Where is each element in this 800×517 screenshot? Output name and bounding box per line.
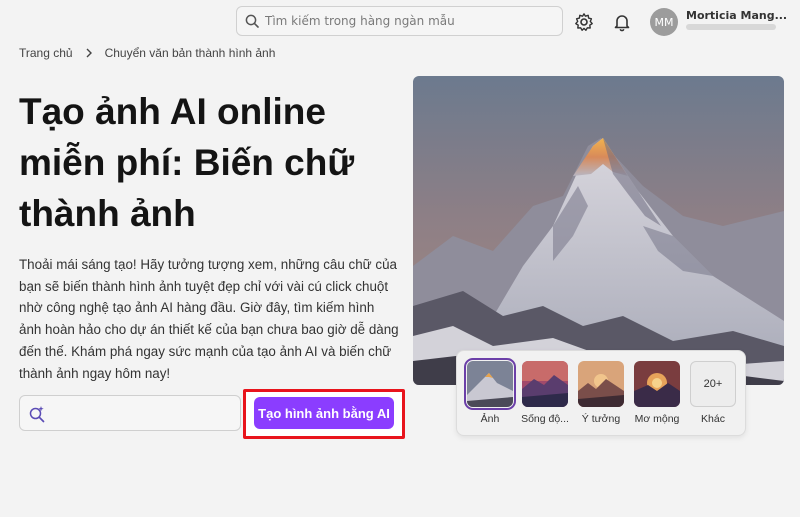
generate-ai-image-button[interactable]: Tạo hình ảnh bằng AI <box>254 397 394 429</box>
style-option-more[interactable]: 20+ Khác <box>689 361 737 425</box>
user-name[interactable]: Morticia Mang... <box>686 9 787 22</box>
hero-mountain-image <box>413 76 784 385</box>
gear-icon[interactable] <box>574 12 594 32</box>
style-more-badge[interactable]: 20+ <box>690 361 736 407</box>
style-thumb-dreamy[interactable] <box>634 361 680 407</box>
search-input[interactable] <box>265 14 555 28</box>
breadcrumb-home[interactable]: Trang chủ <box>19 46 73 60</box>
style-label-more: Khác <box>701 413 725 425</box>
top-header: MM Morticia Mang... <box>0 0 800 44</box>
style-thumb-vivid[interactable] <box>522 361 568 407</box>
style-label-vivid: Sống độ... <box>521 413 569 425</box>
user-subtitle-placeholder <box>686 24 776 30</box>
template-search[interactable] <box>236 6 563 36</box>
style-label-dreamy: Mơ mộng <box>634 413 680 425</box>
style-option-vivid[interactable]: Sống độ... <box>521 361 569 425</box>
prompt-input[interactable] <box>19 395 241 431</box>
sparkle-search-icon <box>29 406 45 423</box>
style-picker: Ảnh Sống độ... Ý tưởng Mơ mộng 20+ Khác <box>456 350 746 436</box>
page-title: Tạo ảnh AI online miễn phí: Biến chữ thà… <box>19 91 355 234</box>
chevron-right-icon <box>86 48 92 58</box>
style-option-photo[interactable]: Ảnh <box>464 358 516 425</box>
style-thumb-concept[interactable] <box>578 361 624 407</box>
search-icon <box>245 14 259 28</box>
style-label-concept: Ý tưởng <box>581 413 621 425</box>
style-option-concept[interactable]: Ý tưởng <box>577 361 625 425</box>
avatar[interactable]: MM <box>650 8 678 36</box>
style-label-photo: Ảnh <box>480 413 500 425</box>
bell-icon[interactable] <box>612 12 632 32</box>
style-option-dreamy[interactable]: Mơ mộng <box>633 361 681 425</box>
breadcrumb-current: Chuyển văn bản thành hình ảnh <box>104 46 276 60</box>
mountain-illustration <box>413 76 784 385</box>
style-thumb-photo[interactable] <box>464 358 516 410</box>
breadcrumb: Trang chủ Chuyển văn bản thành hình ảnh <box>19 46 275 60</box>
page-description: Thoải mái sáng tạo! Hãy tưởng tượng xem,… <box>19 257 399 381</box>
